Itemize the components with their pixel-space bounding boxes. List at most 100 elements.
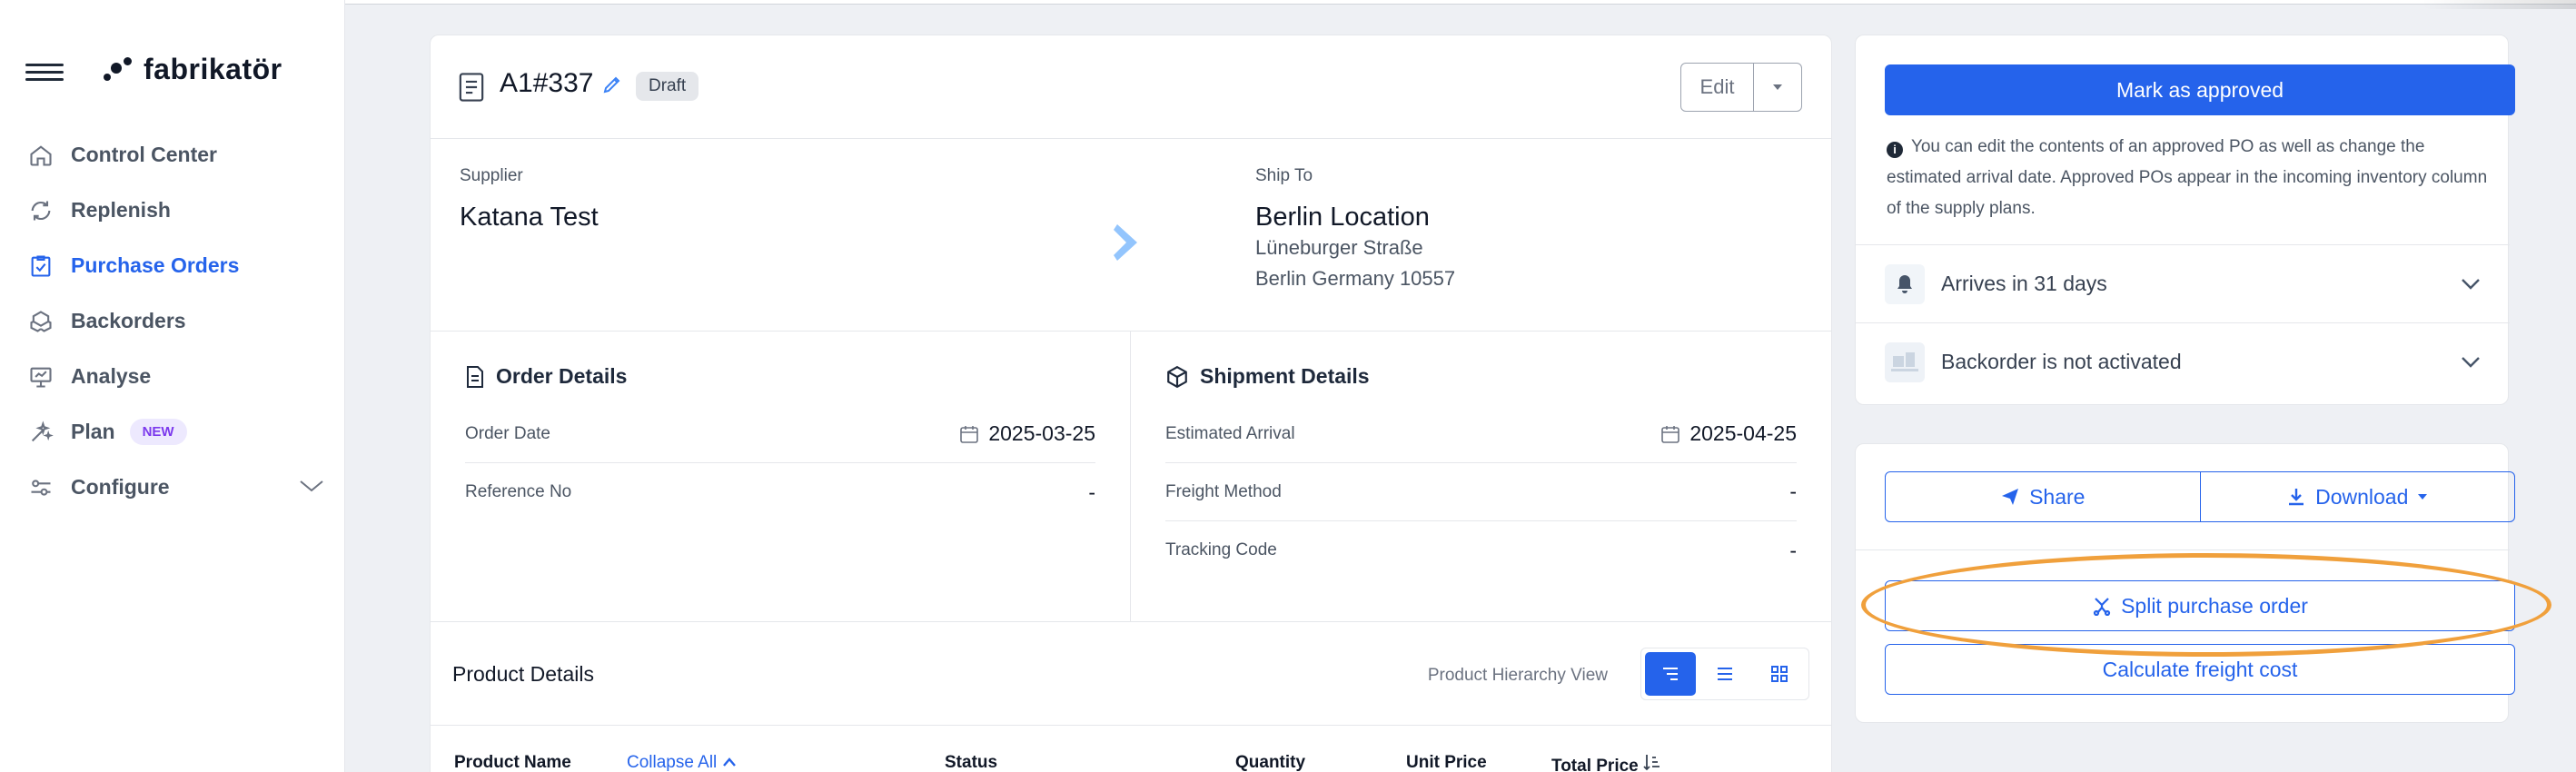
collapse-all-button[interactable]: Collapse All	[627, 753, 737, 772]
column-status[interactable]: Status	[945, 753, 997, 772]
edit-dropdown-button[interactable]	[1754, 64, 1801, 111]
package-icon	[1167, 365, 1187, 388]
sidebar-item-label: Replenish	[71, 198, 171, 222]
list-view-button[interactable]	[1699, 652, 1750, 696]
order-date-row: Order Date 2025-03-25	[465, 405, 1095, 463]
sidebar-item-analyse[interactable]: Analyse	[25, 349, 325, 404]
shipment-details-panel: Shipment Details Estimated Arrival 2025-…	[1131, 332, 1831, 621]
arrival-row: Estimated Arrival 2025-04-25	[1165, 405, 1797, 463]
sidebar-item-label: Configure	[71, 475, 170, 499]
split-icon	[2093, 598, 2111, 616]
details-section: Order Details Order Date 2025-03-25 Refe…	[431, 332, 1831, 622]
supplier-label: Supplier	[460, 166, 523, 185]
share-download-group: Share Download	[1885, 471, 2515, 522]
supplier-block: Supplier Katana Test	[460, 166, 599, 233]
order-details-panel: Order Details Order Date 2025-03-25 Refe…	[431, 332, 1131, 621]
backorder-accordion[interactable]: Backorder is not activated	[1856, 322, 2510, 401]
collapse-all-label: Collapse All	[627, 753, 718, 772]
new-badge: NEW	[129, 419, 187, 445]
tracking-row: Tracking Code -	[1165, 521, 1797, 579]
hierarchy-icon	[1663, 668, 1678, 680]
tracking-value[interactable]: -	[1789, 539, 1797, 563]
chevron-down-icon[interactable]	[298, 475, 325, 500]
sidebar-item-backorders[interactable]: Backorders	[25, 293, 325, 349]
clipboard-check-icon	[25, 251, 56, 282]
arrival-accordion[interactable]: Arrives in 31 days	[1856, 244, 2510, 322]
sliders-icon	[25, 472, 56, 503]
sidebar-item-control-center[interactable]: Control Center	[25, 127, 325, 183]
freight-value[interactable]: -	[1789, 480, 1797, 504]
split-label: Split purchase order	[2121, 593, 2308, 618]
ship-to-label: Ship To	[1255, 166, 1313, 185]
freight-row: Freight Method -	[1165, 463, 1797, 521]
chevron-down-icon	[2461, 350, 2481, 374]
arrival-text: Arrives in 31 days	[1941, 272, 2107, 295]
sidebar-nav: Control Center Replenish Purchase Orders…	[25, 127, 325, 515]
approval-info: i You can edit the contents of an approv…	[1887, 132, 2495, 224]
reference-label: Reference No	[465, 482, 572, 501]
mark-approved-button[interactable]: Mark as approved	[1885, 64, 2515, 115]
view-toggle-group	[1640, 648, 1809, 700]
order-date-field[interactable]: 2025-03-25	[959, 421, 1095, 446]
sidebar-item-configure[interactable]: Configure	[25, 460, 325, 515]
sparkle-icon	[25, 417, 56, 448]
approval-info-text: You can edit the contents of an approved…	[1887, 137, 2488, 218]
sidebar-item-label: Control Center	[71, 143, 217, 166]
sidebar-item-label: Analyse	[71, 364, 152, 388]
ship-to-name: Berlin Location	[1255, 203, 1430, 232]
backorder-text: Backorder is not activated	[1941, 350, 2182, 373]
divider	[1856, 549, 2510, 550]
info-icon: i	[1887, 142, 1903, 158]
sidebar-item-replenish[interactable]: Replenish	[25, 183, 325, 238]
menu-icon[interactable]	[25, 64, 64, 81]
download-icon	[2289, 489, 2304, 506]
column-unit-price[interactable]: Unit Price	[1406, 753, 1487, 772]
shipment-details-label: Shipment Details	[1200, 364, 1370, 388]
share-label: Share	[2029, 484, 2086, 509]
sidebar-item-plan[interactable]: Plan NEW	[25, 404, 325, 460]
split-purchase-order-button[interactable]: Split purchase order	[1885, 580, 2515, 631]
sidebar-item-purchase-orders[interactable]: Purchase Orders	[25, 238, 325, 293]
order-date-label: Order Date	[465, 423, 550, 443]
chevron-right-icon	[1112, 223, 1143, 267]
calculate-freight-cost-button[interactable]: Calculate freight cost	[1885, 644, 2515, 695]
top-bar	[345, 0, 2576, 5]
view-mode-label: Product Hierarchy View	[1427, 666, 1608, 685]
home-icon	[25, 140, 56, 171]
send-icon	[2002, 489, 2019, 505]
column-total-price[interactable]: Total Price	[1551, 753, 1661, 772]
download-label: Download	[2315, 484, 2409, 509]
download-button[interactable]: Download	[2201, 472, 2515, 521]
sidebar: fabrikatör Control Center Replenish Purc…	[0, 0, 345, 772]
order-details-label: Order Details	[496, 364, 628, 388]
grid-view-button[interactable]	[1754, 652, 1805, 696]
actions-card: Share Download Split purchase order Calc…	[1855, 443, 2515, 723]
order-date-value: 2025-03-25	[988, 421, 1095, 445]
po-header: A1#337 Draft Edit	[431, 35, 1831, 139]
supplier-name: Katana Test	[460, 203, 599, 232]
arrival-date-field[interactable]: 2025-04-25	[1660, 421, 1797, 446]
presentation-icon	[25, 361, 56, 392]
sidebar-item-label: Backorders	[71, 309, 186, 332]
grid-icon	[1771, 666, 1788, 682]
pencil-icon[interactable]	[601, 74, 623, 100]
chevron-up-icon	[722, 757, 736, 767]
table-header: Product Name Collapse All Status Quantit…	[431, 726, 1831, 772]
column-product-name[interactable]: Product Name	[454, 753, 571, 772]
edit-button[interactable]: Edit	[1681, 64, 1754, 111]
share-button[interactable]: Share	[1886, 472, 2201, 521]
product-details-header: Product Details Product Hierarchy View	[431, 622, 1831, 726]
ship-to-street: Lüneburger Straße	[1255, 236, 1423, 259]
ship-to-city: Berlin Germany 10557	[1255, 267, 1456, 290]
column-quantity[interactable]: Quantity	[1235, 753, 1305, 772]
total-price-label: Total Price	[1551, 757, 1639, 772]
reference-value[interactable]: -	[1088, 480, 1095, 505]
freight-label: Freight Method	[1165, 481, 1282, 501]
logo[interactable]: fabrikatör	[104, 53, 282, 86]
shipment-details-title: Shipment Details	[1165, 364, 1797, 389]
address-section: Supplier Katana Test Ship To Berlin Loca…	[431, 139, 1831, 332]
calendar-icon	[960, 425, 979, 443]
ship-to-block: Ship To Berlin Location Lüneburger Straß…	[1255, 166, 1455, 294]
hierarchy-view-button[interactable]	[1645, 652, 1696, 696]
caret-down-icon	[1773, 84, 1782, 90]
